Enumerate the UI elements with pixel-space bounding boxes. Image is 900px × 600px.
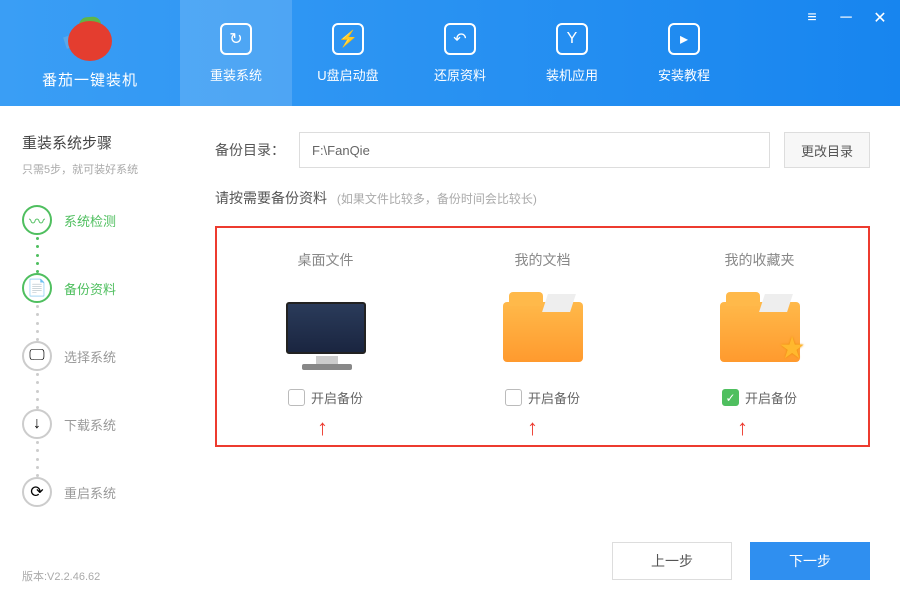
menu-icon[interactable]: ≡ [804,10,820,26]
tomato-logo-icon: Windows [66,17,114,61]
logo-area: Windows 番茄一键装机 [0,0,180,106]
sidebar: 重装系统步骤 只需5步，就可装好系统 〰 系统检测 📄 备份资料 🖵 选择系统 [0,106,185,600]
folder-icon [493,286,593,370]
hint: 请按需要备份资料 (如果文件比较多，备份时间会比较长) [215,188,870,208]
app-window: Windows 番茄一键装机 ↻ 重装系统 ⚡ U盘启动盘 ↶ 还原资料 Y 装… [0,0,900,600]
prev-button[interactable]: 上一步 [612,542,732,580]
nav-usb-boot[interactable]: ⚡ U盘启动盘 [292,0,404,106]
shield-icon: Y [556,23,588,55]
version-label: 版本:V2.2.46.62 [22,568,100,584]
arrow-icon: ↑ [527,415,538,441]
download-icon: ↓ [22,409,52,439]
body: 重装系统步骤 只需5步，就可装好系统 〰 系统检测 📄 备份资料 🖵 选择系统 [0,106,900,600]
folder-star-icon [710,286,810,370]
minimize-icon[interactable]: ─ [838,10,854,26]
restart-icon: ⟳ [22,477,52,507]
window-controls: ≡ ─ ✕ [804,10,888,26]
refresh-icon: ↻ [220,23,252,55]
backup-documents: 我的文档 开启备份 ↑ [453,250,633,407]
step-download: ↓ 下载系统 [22,409,185,439]
change-dir-button[interactable]: 更改目录 [784,132,870,168]
battery-icon: ⚡ [332,23,364,55]
pulse-icon: 〰 [22,205,52,235]
path-row: 备份目录： 更改目录 [215,132,870,168]
document-icon: 📄 [22,273,52,303]
nav-apps[interactable]: Y 装机应用 [516,0,628,106]
step-detect: 〰 系统检测 [22,205,185,235]
nav-reinstall[interactable]: ↻ 重装系统 [180,0,292,106]
step-select: 🖵 选择系统 [22,341,185,371]
backup-favorites-toggle[interactable]: ✓ 开启备份 [722,388,797,407]
main-panel: 备份目录： 更改目录 请按需要备份资料 (如果文件比较多，备份时间会比较长) 桌… [185,106,900,600]
steps-list: 〰 系统检测 📄 备份资料 🖵 选择系统 ↓ 下载系统 [22,205,185,507]
back-icon: ↶ [444,23,476,55]
footer: 上一步 下一步 [215,524,870,580]
nav-tutorial[interactable]: ▸ 安装教程 [628,0,740,106]
monitor-icon: 🖵 [22,341,52,371]
step-backup: 📄 备份资料 [22,273,185,303]
backup-desktop-toggle[interactable]: 开启备份 [288,388,363,407]
app-name: 番茄一键装机 [42,69,138,90]
checkbox-icon [288,389,305,406]
sidebar-subtitle: 只需5步，就可装好系统 [22,161,185,177]
sidebar-title: 重装系统步骤 [22,132,185,153]
backup-desktop: 桌面文件 开启备份 ↑ [236,250,416,407]
backup-box: 桌面文件 开启备份 ↑ 我的文档 开启备份 ↑ [215,226,870,447]
nav: ↻ 重装系统 ⚡ U盘启动盘 ↶ 还原资料 Y 装机应用 ▸ 安装教程 [180,0,740,106]
arrow-icon: ↑ [737,415,748,441]
header: Windows 番茄一键装机 ↻ 重装系统 ⚡ U盘启动盘 ↶ 还原资料 Y 装… [0,0,900,106]
nav-restore[interactable]: ↶ 还原资料 [404,0,516,106]
next-button[interactable]: 下一步 [750,542,870,580]
backup-favorites: 我的收藏夹 ✓ 开启备份 ↑ [670,250,850,407]
arrow-icon: ↑ [317,415,328,441]
checkbox-checked-icon: ✓ [722,389,739,406]
close-icon[interactable]: ✕ [872,10,888,26]
desktop-icon [276,286,376,370]
play-icon: ▸ [668,23,700,55]
backup-documents-toggle[interactable]: 开启备份 [505,388,580,407]
step-restart: ⟳ 重启系统 [22,477,185,507]
path-label: 备份目录： [215,140,285,160]
path-input[interactable] [299,132,770,168]
checkbox-icon [505,389,522,406]
